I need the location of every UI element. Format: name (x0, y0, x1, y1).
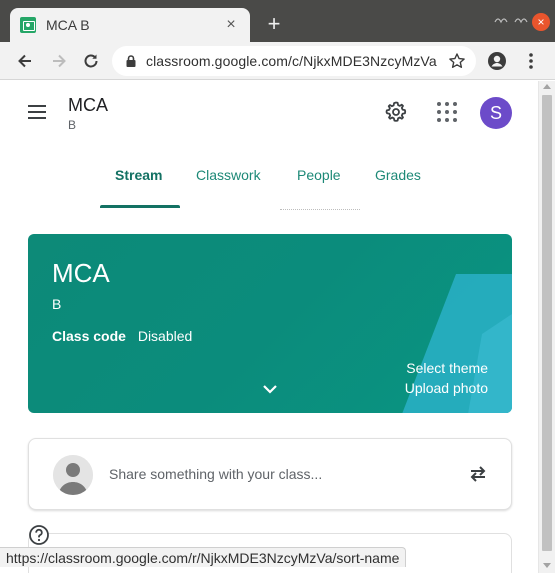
repost-icon[interactable] (467, 463, 489, 485)
tab-strip: MCA B × + × (0, 0, 555, 42)
address-bar[interactable]: classroom.google.com/c/NjkxMDE3NzcyMzVa (112, 46, 476, 76)
share-prompt[interactable]: Share something with your class... (109, 466, 322, 482)
main-menu-icon[interactable] (28, 101, 50, 123)
classroom-favicon-icon (20, 17, 36, 33)
new-tab-button[interactable]: + (262, 12, 286, 36)
class-code-value: Disabled (137, 328, 193, 344)
page-class-section: B (68, 118, 77, 132)
class-code-row: Class code Disabled (52, 328, 192, 344)
reload-icon[interactable] (80, 50, 102, 72)
forward-arrow-icon[interactable] (48, 50, 70, 72)
window-close-button[interactable]: × (532, 13, 550, 31)
banner-class-name[interactable]: MCA (52, 258, 110, 289)
scroll-down-arrow-icon[interactable] (543, 563, 551, 568)
lock-icon[interactable] (124, 54, 138, 68)
tab-classwork[interactable]: Classwork (196, 167, 261, 183)
user-avatar-icon (53, 455, 93, 495)
browser-menu-icon[interactable] (520, 50, 542, 72)
link-status-url: https://classroom.google.com/r/NjkxMDE3N… (0, 547, 407, 567)
classroom-page: MCA B S Stream Classwork People Grades M… (0, 81, 538, 573)
bookmark-star-icon[interactable] (446, 50, 468, 72)
tab-grades[interactable]: Grades (375, 167, 421, 183)
page-class-name[interactable]: MCA (68, 95, 108, 116)
tab-people[interactable]: People (297, 167, 341, 183)
url-text: classroom.google.com/c/NjkxMDE3NzcyMzVa (146, 53, 437, 69)
account-avatar[interactable]: S (480, 97, 512, 129)
active-tab-indicator (100, 205, 180, 208)
class-banner: MCA B Class code Disabled Select theme U… (28, 234, 512, 413)
banner-class-section: B (52, 296, 62, 312)
settings-gear-icon[interactable] (384, 100, 408, 124)
scrollbar-thumb[interactable] (542, 95, 552, 551)
chevron-down-icon[interactable] (262, 382, 278, 394)
minimize-icon[interactable] (494, 15, 508, 25)
google-apps-icon[interactable] (437, 102, 457, 122)
page-scrollbar[interactable] (538, 81, 555, 573)
tab-close-icon[interactable]: × (222, 16, 240, 34)
tab-title: MCA B (46, 17, 90, 33)
share-post-card[interactable]: Share something with your class... (28, 438, 512, 510)
back-arrow-icon[interactable] (14, 50, 36, 72)
browser-tab[interactable]: MCA B × (10, 8, 250, 42)
class-code-label: Class code (52, 328, 126, 344)
select-theme-link[interactable]: Select theme (406, 360, 488, 376)
browser-window: MCA B × + × classroom.google.com/c/NjkxM… (0, 0, 555, 573)
upload-photo-link[interactable]: Upload photo (405, 380, 488, 396)
help-icon[interactable] (28, 524, 50, 546)
browser-toolbar: classroom.google.com/c/NjkxMDE3NzcyMzVa (0, 42, 555, 80)
tab-focus-outline (280, 209, 360, 210)
tab-stream[interactable]: Stream (115, 167, 162, 183)
profile-icon[interactable] (486, 50, 508, 72)
maximize-icon[interactable] (514, 15, 528, 25)
scroll-up-arrow-icon[interactable] (543, 84, 551, 89)
class-tabs: Stream Classwork People Grades (0, 161, 538, 209)
